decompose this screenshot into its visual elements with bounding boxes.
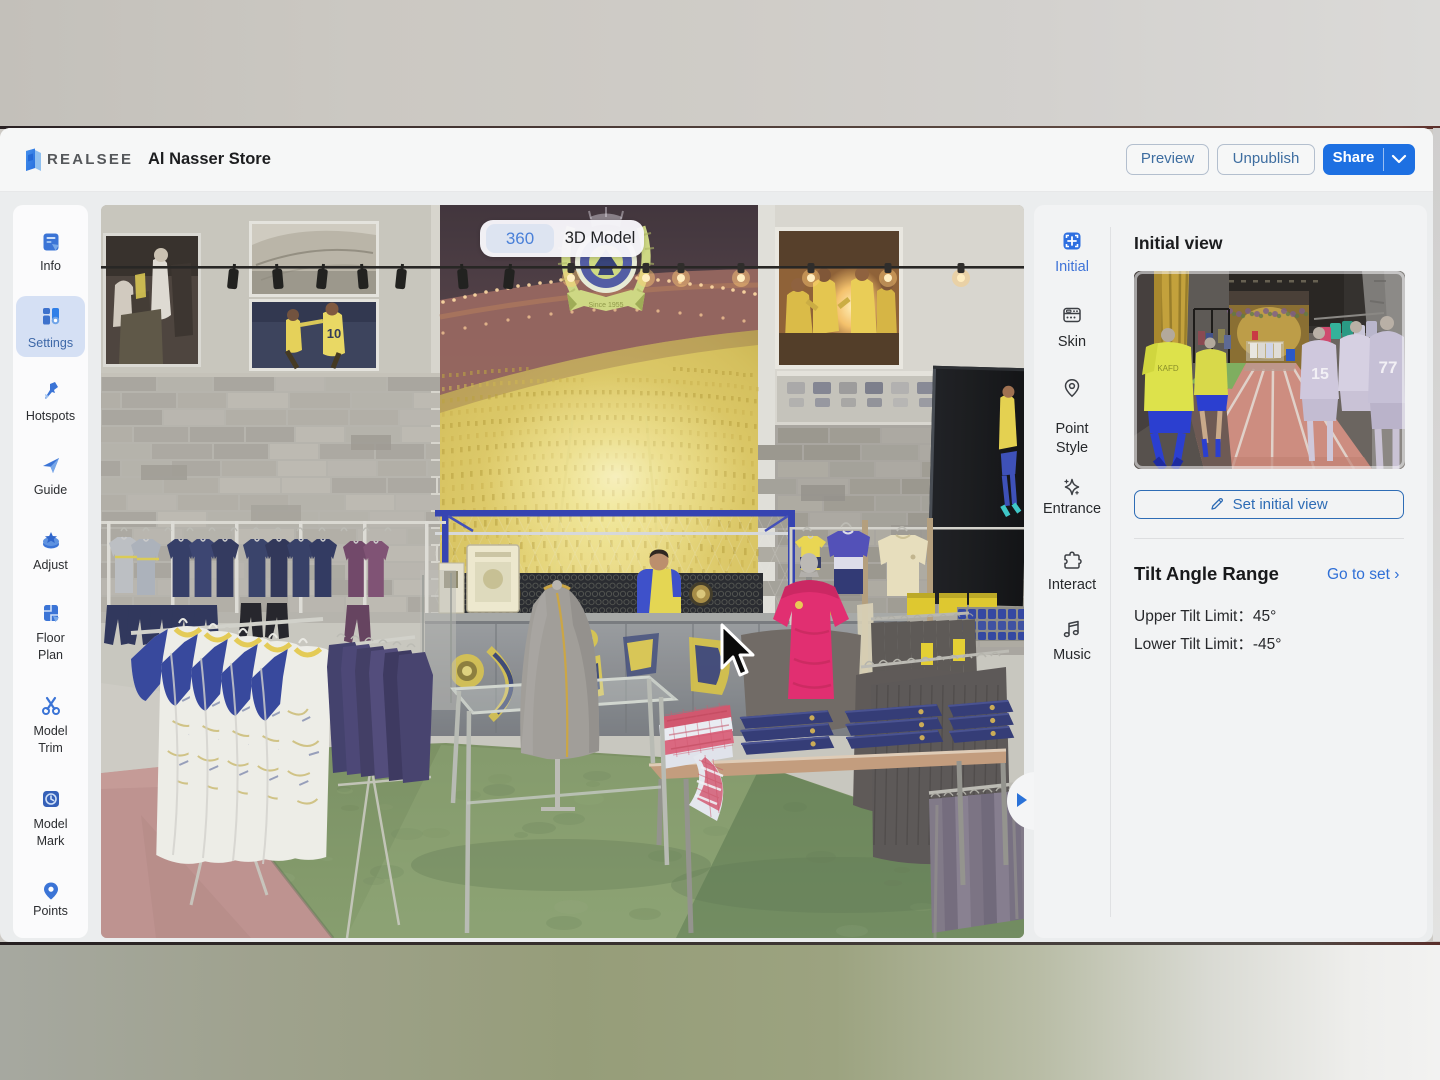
svg-text:KAFD: KAFD [1157,364,1179,373]
svg-text:15: 15 [1311,366,1329,383]
svg-text:77: 77 [1379,358,1398,377]
